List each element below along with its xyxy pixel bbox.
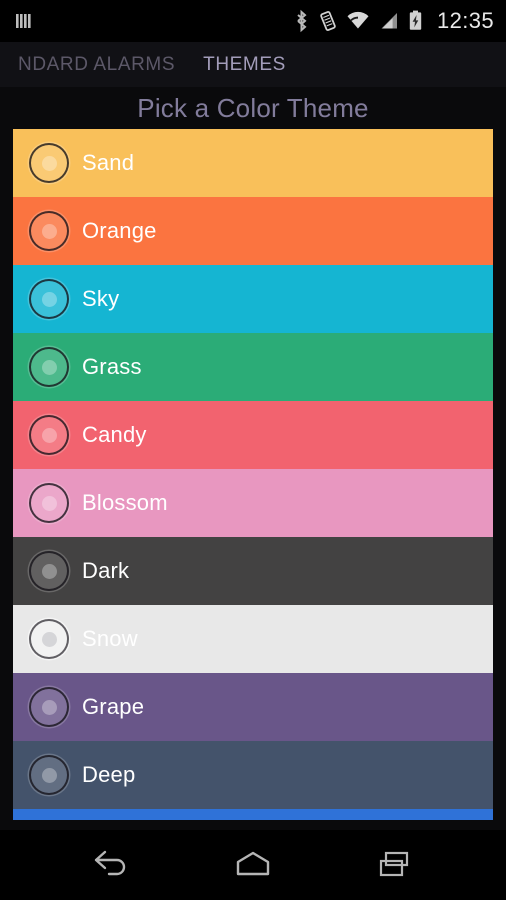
radio-button-icon[interactable] (29, 143, 69, 183)
radio-button-icon[interactable] (29, 483, 69, 523)
tab-standard-alarms[interactable]: NDARD ALARMS (18, 54, 175, 76)
back-arrow-icon (94, 850, 126, 876)
navigation-bar (0, 830, 506, 900)
list-item[interactable]: Deep (13, 741, 493, 809)
notification-bars-icon (16, 14, 31, 28)
list-item-label: Orange (82, 218, 157, 243)
bluetooth-icon (297, 9, 307, 33)
list-item[interactable]: Snow (13, 605, 493, 673)
list-item[interactable]: Dark (13, 537, 493, 605)
home-button[interactable] (216, 838, 290, 892)
list-item-label: Grass (82, 354, 142, 379)
scroll-position-bar[interactable] (13, 809, 493, 820)
home-icon (236, 851, 270, 876)
vibrate-icon (320, 11, 336, 31)
tab-bar: NDARD ALARMS THEMES (0, 42, 506, 87)
list-item-label: Candy (82, 422, 147, 447)
radio-button-icon[interactable] (29, 687, 69, 727)
list-item-label: Grape (82, 694, 145, 719)
radio-button-icon[interactable] (29, 619, 69, 659)
list-item-label: Sand (82, 150, 135, 175)
radio-button-icon[interactable] (29, 347, 69, 387)
status-bar-notifications (14, 10, 34, 32)
list-item[interactable]: Candy (13, 401, 493, 469)
list-item-label: Blossom (82, 490, 168, 515)
tab-themes[interactable]: THEMES (203, 54, 286, 76)
theme-list-container: Sand Orange Sky Grass Candy Blossom Dark… (0, 129, 506, 830)
list-item[interactable]: Grape (13, 673, 493, 741)
list-item[interactable]: Sand (13, 129, 493, 197)
radio-button-icon[interactable] (29, 551, 69, 591)
battery-charging-icon (409, 10, 422, 30)
status-bar-system-icons: 12:35 (293, 9, 494, 33)
radio-button-icon[interactable] (29, 755, 69, 795)
list-item[interactable]: Blossom (13, 469, 493, 537)
radio-button-icon[interactable] (29, 279, 69, 319)
cell-signal-icon (381, 13, 397, 29)
list-item-label: Sky (82, 286, 120, 311)
list-item-label: Snow (82, 626, 138, 651)
status-bar: 12:35 (0, 0, 506, 42)
list-item[interactable]: Grass (13, 333, 493, 401)
back-button[interactable] (74, 838, 148, 892)
list-item-label: Deep (82, 762, 136, 787)
radio-button-icon[interactable] (29, 211, 69, 251)
list-item-label: Dark (82, 558, 130, 583)
phone-screen: 12:35 NDARD ALARMS THEMES Pick a Color T… (0, 0, 506, 900)
radio-button-icon[interactable] (29, 415, 69, 455)
wifi-icon (347, 11, 369, 29)
theme-list[interactable]: Sand Orange Sky Grass Candy Blossom Dark… (13, 129, 493, 809)
recent-apps-icon (379, 851, 409, 877)
page-title: Pick a Color Theme (0, 87, 506, 129)
list-item[interactable]: Sky (13, 265, 493, 333)
list-item[interactable]: Orange (13, 197, 493, 265)
status-bar-clock: 12:35 (436, 8, 494, 33)
recents-button[interactable] (358, 838, 432, 892)
